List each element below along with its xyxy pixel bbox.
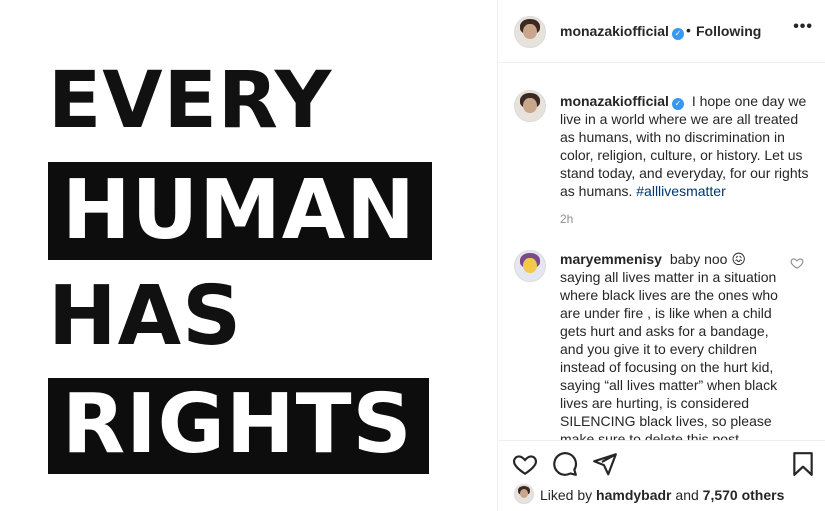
author-avatar[interactable] <box>514 16 546 48</box>
likes-prefix: Liked by <box>540 487 593 503</box>
bookmark-icon[interactable] <box>790 451 816 477</box>
post-caption: monazakiofficial ✓ I hope one day we live… <box>560 92 810 200</box>
comment-like-heart-icon[interactable] <box>790 256 804 270</box>
liker-avatar[interactable] <box>514 484 534 504</box>
post-timestamp[interactable]: 2h <box>560 212 573 226</box>
likes-and: and <box>675 487 699 503</box>
post-header: monazakiofficial ✓ • Following ••• <box>498 0 825 63</box>
poster-text-has: HAS <box>48 269 243 364</box>
post-side-panel: monazakiofficial ✓ • Following ••• monaza… <box>498 0 825 511</box>
comments-list[interactable]: monazakiofficial ✓ I hope one day we live… <box>498 64 825 440</box>
post-image[interactable]: EVERY HUMAN HAS RIGHTS <box>0 0 497 511</box>
author-username[interactable]: monazakiofficial ✓ <box>560 23 684 40</box>
poster-text-every: EVERY <box>48 56 333 146</box>
caption-username[interactable]: monazakiofficial ✓ <box>560 93 684 110</box>
hashtag-link[interactable]: #alllivesmatter <box>636 183 725 199</box>
comment-text: baby noo 😖 saying all lives matter in a … <box>560 251 778 440</box>
liker-username[interactable]: hamdybadr <box>596 487 671 503</box>
commenter-avatar[interactable] <box>514 250 546 282</box>
poster-text-rights: RIGHTS <box>48 378 429 474</box>
verified-badge-icon: ✓ <box>671 98 684 110</box>
share-icon[interactable] <box>592 451 618 477</box>
more-options-icon[interactable]: ••• <box>793 18 813 36</box>
poster-text-human: HUMAN <box>48 162 432 260</box>
following-button[interactable]: Following <box>696 23 761 39</box>
post-actions-bar <box>498 440 825 480</box>
heart-icon[interactable] <box>512 451 538 477</box>
likes-summary: Liked by hamdybadr and 7,570 others <box>514 482 814 506</box>
likes-count[interactable]: 7,570 others <box>703 487 785 503</box>
verified-badge-icon: ✓ <box>671 28 684 40</box>
separator-dot: • <box>686 22 691 38</box>
comment-icon[interactable] <box>552 451 578 477</box>
caption-avatar[interactable] <box>514 90 546 122</box>
commenter-username[interactable]: maryemmenisy <box>560 251 662 267</box>
comment-item: maryemmenisy baby noo 😖 saying all lives… <box>560 250 785 440</box>
